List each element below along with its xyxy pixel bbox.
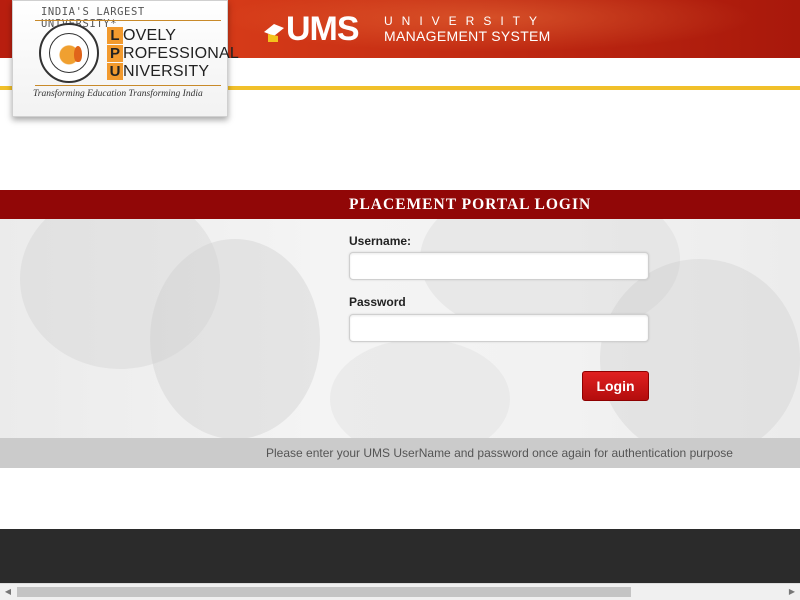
ums-brand: UMS [286, 10, 360, 48]
username-input[interactable] [349, 252, 649, 280]
username-label: Username: [349, 234, 412, 248]
ums-logo[interactable]: UMS UNIVERSITY MANAGEMENT SYSTEM [262, 8, 562, 48]
logo-rule-bottom [35, 85, 221, 86]
lpu-logo[interactable]: INDIA'S LARGEST UNIVERSITY* L P U OVELY … [12, 0, 239, 117]
ums-line-1: UNIVERSITY [384, 14, 547, 28]
logo-word-lovely: OVELY [123, 27, 177, 44]
logo-word-university: NIVERSITY [123, 63, 210, 80]
university-seal-icon [39, 23, 99, 83]
password-label: Password [349, 295, 406, 309]
ums-brand-text: UMS [286, 10, 360, 48]
page: INDIA'S LARGEST UNIVERSITY* L P U OVELY … [0, 0, 800, 600]
scrollbar-thumb[interactable] [17, 587, 631, 597]
flame-icon [74, 46, 82, 62]
photo-shape-4 [600, 259, 800, 438]
photo-shape-5 [330, 339, 510, 438]
login-button[interactable]: Login [582, 371, 649, 401]
seal-inner [49, 33, 89, 73]
footer [0, 529, 800, 583]
logo-words: OVELY ROFESSIONAL NIVERSITY [123, 27, 239, 81]
authentication-note: Please enter your UMS UserName and passw… [266, 446, 733, 460]
login-title: PLACEMENT PORTAL LOGIN [349, 196, 592, 213]
horizontal-scrollbar[interactable]: ◀ ▶ [0, 583, 800, 600]
graduation-cap-icon [264, 24, 284, 42]
password-input[interactable] [349, 314, 649, 342]
scroll-right-icon[interactable]: ▶ [784, 584, 800, 600]
scroll-left-icon[interactable]: ◀ [0, 584, 16, 600]
logo-initial-l: L [107, 27, 123, 44]
logo-initial-p: P [107, 45, 123, 62]
logo-motto: Transforming Education Transforming Indi… [33, 89, 203, 99]
logo-initial-u: U [107, 63, 123, 80]
ums-line-2: MANAGEMENT SYSTEM [384, 28, 551, 44]
logo-rule-top [35, 20, 221, 21]
logo-word-professional: ROFESSIONAL [123, 45, 240, 62]
